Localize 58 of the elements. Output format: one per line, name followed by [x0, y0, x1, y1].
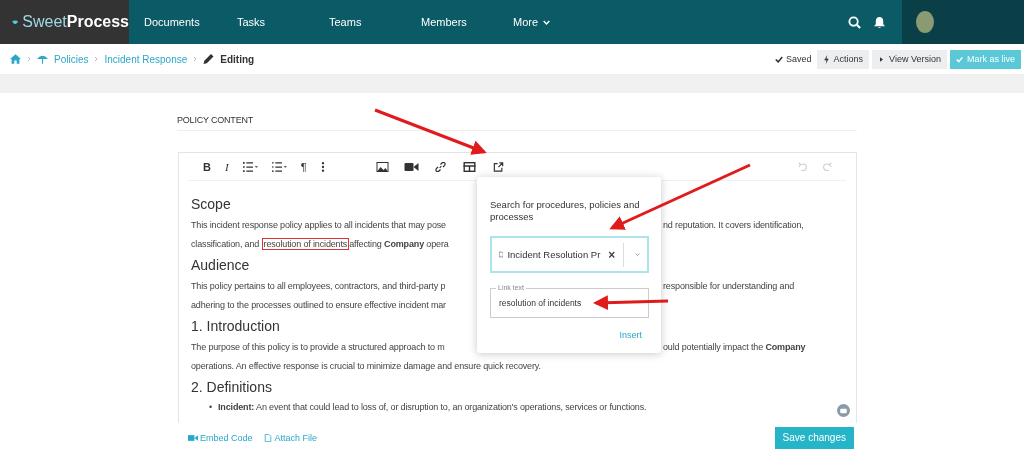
action-button[interactable]: View Version — [872, 49, 947, 69]
heading: Audience — [191, 257, 250, 273]
popup-title: Search for procedures, policies and processes — [490, 199, 641, 223]
heading: 1. Introduction — [191, 318, 280, 334]
check-icon — [956, 54, 963, 64]
home-icon[interactable] — [10, 54, 21, 64]
heading: 2. Definitions — [191, 379, 272, 395]
clear-button[interactable]: × — [604, 247, 620, 262]
table-icon[interactable] — [461, 161, 477, 172]
avatar — [916, 11, 934, 33]
highlighted-text: resolution of incidents — [261, 237, 350, 250]
body-text: nd reputation. It covers identification, — [663, 219, 805, 232]
chevron-icon — [94, 56, 99, 62]
chat-icon[interactable] — [837, 404, 850, 417]
image-icon[interactable] — [374, 161, 390, 172]
link-icon[interactable] — [432, 161, 448, 172]
action-button[interactable]: Actions — [816, 49, 870, 69]
body-text: This incident response policy applies to all incidents that may pose — [191, 220, 446, 230]
chevron-icon — [193, 56, 198, 62]
paragraph-button[interactable]: ¶ — [300, 160, 307, 173]
nav-item[interactable]: Tasks — [222, 16, 314, 28]
heading: Scope — [191, 196, 231, 212]
body-text: ould potentially impact the Company — [663, 341, 807, 354]
nav-item[interactable]: More — [498, 16, 590, 28]
bell-icon[interactable] — [873, 15, 886, 29]
more-icon[interactable] — [320, 161, 325, 172]
body-text: The purpose of this policy is to provide a structured approach to m — [191, 342, 445, 352]
user-menu[interactable] — [902, 0, 1024, 44]
chevron-icon — [27, 56, 31, 62]
nav-item[interactable]: Documents — [129, 16, 222, 28]
section-title: POLICY CONTENT — [177, 115, 857, 131]
search-icon[interactable] — [848, 15, 861, 29]
file-icon — [262, 433, 273, 442]
italic-button[interactable]: I — [224, 160, 229, 173]
bold-button[interactable]: B — [203, 160, 211, 173]
document-select[interactable]: Incident Resolution Pr × — [490, 236, 649, 273]
umbrella-icon — [37, 54, 48, 64]
body-text: This policy pertains to all employees, contractors, and third-party p — [191, 281, 446, 291]
video-icon[interactable] — [403, 161, 419, 172]
nav-item[interactable]: Members — [406, 16, 498, 28]
bolt-icon — [822, 54, 830, 64]
numbered-list-icon[interactable] — [242, 161, 258, 172]
video-icon — [188, 433, 198, 442]
breadcrumb-link[interactable]: Editing — [220, 53, 255, 65]
body-text: operations. An effective response is crucial to minimize damage and ensure quick recovery. — [191, 360, 541, 371]
nav-item[interactable]: Teams — [314, 16, 406, 28]
body-text: adhering to the processes outlined to ensure effective incident mar — [191, 299, 446, 310]
bullet-marker: • — [209, 401, 212, 414]
file-icon — [499, 250, 504, 259]
bullet-item: Incident: An event that could lead to loss of, or disruption to, an organization's operations, services or functions. — [218, 401, 647, 414]
check-icon — [775, 55, 784, 63]
logo[interactable]: SweetProcess — [0, 0, 129, 44]
saved-status: Saved — [775, 54, 812, 64]
pencil-icon — [203, 54, 215, 64]
body-text: responsible for understanding and — [663, 280, 796, 293]
body-text: classification, and — [191, 238, 261, 249]
body-text: affecting Company opera — [349, 238, 449, 249]
bullet-list-icon[interactable] — [271, 161, 287, 172]
